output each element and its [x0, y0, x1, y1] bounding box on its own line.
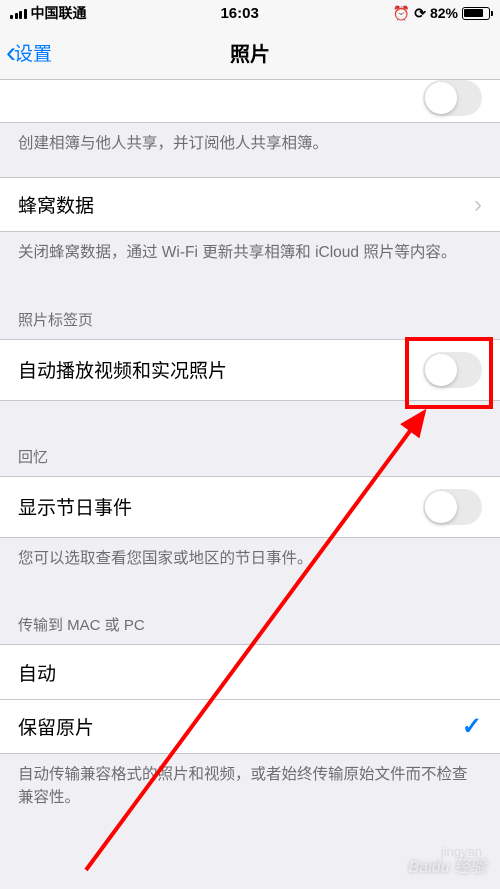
status-right: ⏰ ⟳ 82%: [393, 5, 490, 22]
transfer-keep-originals-cell[interactable]: 保留原片 ✓: [0, 699, 500, 754]
transfer-keep-originals-label: 保留原片: [18, 713, 94, 740]
cellular-data-footer: 关闭蜂窝数据，通过 Wi-Fi 更新共享相簿和 iCloud 照片等内容。: [0, 232, 500, 286]
memories-header: 回忆: [0, 401, 500, 476]
cellular-data-label: 蜂窝数据: [18, 191, 94, 218]
autoplay-label: 自动播放视频和实况照片: [18, 356, 227, 383]
alarm-icon: ⏰: [393, 5, 410, 22]
transfer-footer: 自动传输兼容格式的照片和视频，或者始终传输原始文件而不检查兼容性。: [0, 754, 500, 817]
chevron-right-icon: ›: [474, 191, 482, 219]
battery-icon: [462, 7, 490, 20]
photos-tab-header: 照片标签页: [0, 287, 500, 339]
checkmark-icon: ✓: [462, 712, 482, 741]
shared-albums-toggle-cell[interactable]: [0, 80, 500, 123]
transfer-header: 传输到 MAC 或 PC: [0, 592, 500, 644]
back-button[interactable]: ‹ 设置: [0, 38, 52, 68]
cellular-data-cell[interactable]: 蜂窝数据 ›: [0, 177, 500, 232]
shared-albums-footer: 创建相簿与他人共享，并订阅他人共享相簿。: [0, 123, 500, 177]
carrier-label: 中国联通: [31, 3, 87, 23]
autoplay-cell[interactable]: 自动播放视频和实况照片: [0, 339, 500, 401]
autoplay-toggle[interactable]: [423, 352, 482, 388]
watermark-sub: jingyan: [441, 844, 482, 859]
transfer-auto-cell[interactable]: 自动: [0, 644, 500, 699]
nav-bar: ‹ 设置 照片: [0, 26, 500, 80]
watermark-brand: Baidu 经验: [409, 853, 486, 877]
holiday-events-label: 显示节日事件: [18, 493, 132, 520]
clock: 16:03: [220, 5, 258, 22]
status-bar: 中国联通 16:03 ⏰ ⟳ 82%: [0, 0, 500, 26]
signal-icon: [10, 7, 27, 19]
orientation-lock-icon: ⟳: [414, 5, 426, 22]
toggle-switch[interactable]: [423, 80, 482, 116]
transfer-auto-label: 自动: [18, 659, 56, 686]
page-title: 照片: [0, 38, 500, 67]
battery-percent: 82%: [430, 5, 458, 21]
holiday-events-cell[interactable]: 显示节日事件: [0, 476, 500, 538]
status-left: 中国联通: [10, 3, 87, 23]
back-button-label: 设置: [14, 39, 52, 66]
memories-footer: 您可以选取查看您国家或地区的节日事件。: [0, 538, 500, 592]
holiday-events-toggle[interactable]: [423, 489, 482, 525]
